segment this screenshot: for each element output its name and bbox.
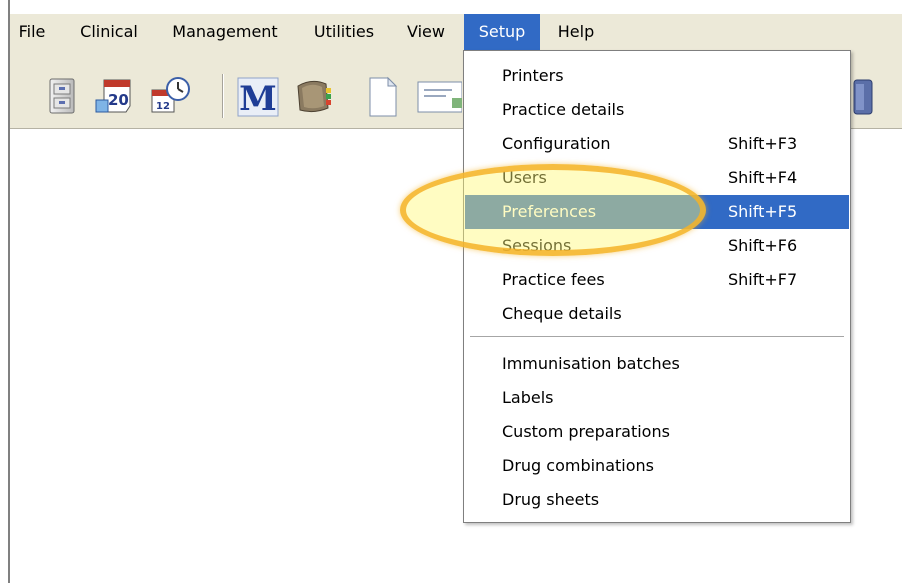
m-logo-icon[interactable]: M bbox=[236, 76, 280, 122]
menu-item-label: Printers bbox=[502, 66, 564, 85]
menu-view[interactable]: View bbox=[398, 14, 454, 50]
menu-item-label: Preferences bbox=[502, 202, 597, 221]
menu-item-shortcut: Shift+F4 bbox=[728, 168, 798, 187]
app-window: File Clinical Management Utilities View … bbox=[0, 0, 902, 583]
menu-item-preferences[interactable]: Preferences Shift+F5 bbox=[465, 195, 849, 229]
menu-management[interactable]: Management bbox=[160, 14, 290, 50]
device-icon[interactable] bbox=[850, 76, 876, 122]
menu-utilities[interactable]: Utilities bbox=[304, 14, 384, 50]
menu-item-sessions[interactable]: Sessions Shift+F6 bbox=[465, 229, 849, 263]
menu-item-configuration[interactable]: Configuration Shift+F3 bbox=[465, 127, 849, 161]
menu-item-practice-details[interactable]: Practice details bbox=[465, 93, 849, 127]
filing-cabinet-icon[interactable] bbox=[42, 76, 82, 120]
card-document-icon[interactable] bbox=[416, 76, 463, 122]
menu-item-practice-fees[interactable]: Practice fees Shift+F7 bbox=[465, 263, 849, 297]
menu-separator bbox=[470, 336, 844, 337]
menu-item-label: Custom preparations bbox=[502, 422, 670, 441]
m-logo-letter: M bbox=[239, 79, 277, 118]
menu-item-drug-sheets[interactable]: Drug sheets bbox=[465, 483, 849, 517]
menu-item-label: Labels bbox=[502, 388, 554, 407]
setup-menu-dropdown: Printers Practice details Configuration … bbox=[463, 50, 851, 523]
menu-item-shortcut: Shift+F3 bbox=[728, 134, 798, 153]
menu-item-label: Practice fees bbox=[502, 270, 605, 289]
menu-item-label: Users bbox=[502, 168, 547, 187]
menu-item-label: Cheque details bbox=[502, 304, 622, 323]
menu-item-users[interactable]: Users Shift+F4 bbox=[465, 161, 849, 195]
menu-item-label: Configuration bbox=[502, 134, 611, 153]
menu-clinical[interactable]: Clinical bbox=[70, 14, 148, 50]
calendar-day-text: 20 bbox=[108, 91, 129, 109]
menu-item-shortcut: Shift+F6 bbox=[728, 236, 798, 255]
blank-document-icon[interactable] bbox=[366, 76, 400, 122]
menu-item-label: Immunisation batches bbox=[502, 354, 680, 373]
menu-item-shortcut: Shift+F7 bbox=[728, 270, 798, 289]
toolbar-separator bbox=[222, 74, 224, 118]
menu-item-cheque-details[interactable]: Cheque details bbox=[465, 297, 849, 331]
menu-item-label: Drug combinations bbox=[502, 456, 654, 475]
menu-item-shortcut: Shift+F5 bbox=[728, 202, 798, 221]
calendar-small-day-text: 12 bbox=[156, 101, 170, 112]
calendar-clock-icon[interactable]: 12 bbox=[148, 76, 192, 122]
calendar-20-icon[interactable]: 20 bbox=[94, 76, 136, 122]
menu-item-labels[interactable]: Labels bbox=[465, 381, 849, 415]
menu-setup[interactable]: Setup bbox=[464, 14, 540, 50]
menu-file[interactable]: File bbox=[14, 14, 50, 50]
address-book-icon[interactable] bbox=[292, 76, 336, 122]
menu-item-label: Drug sheets bbox=[502, 490, 600, 509]
menu-item-label: Practice details bbox=[502, 100, 625, 119]
menu-item-drug-combinations[interactable]: Drug combinations bbox=[465, 449, 849, 483]
menu-item-immunisation-batches[interactable]: Immunisation batches bbox=[465, 347, 849, 381]
menu-item-printers[interactable]: Printers bbox=[465, 59, 849, 93]
menu-help[interactable]: Help bbox=[548, 14, 604, 50]
menu-item-label: Sessions bbox=[502, 236, 572, 255]
menu-item-custom-preparations[interactable]: Custom preparations bbox=[465, 415, 849, 449]
